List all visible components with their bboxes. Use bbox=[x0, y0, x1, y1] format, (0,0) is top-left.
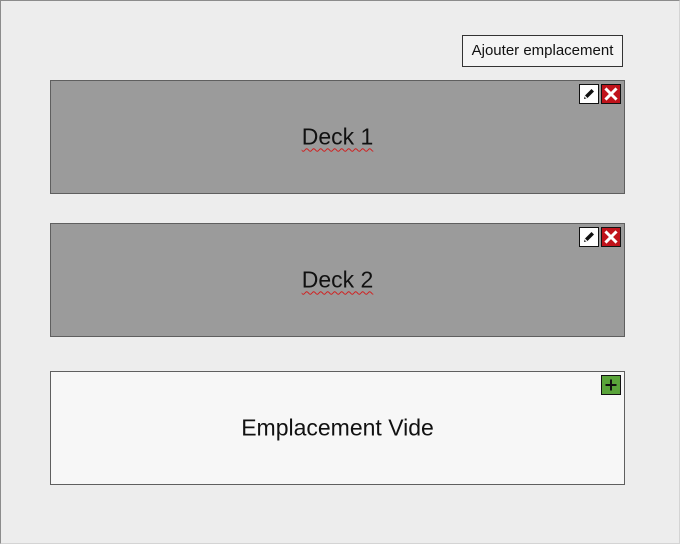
slot-label: Deck 2 bbox=[51, 267, 624, 294]
slot-label-text: Deck 1 bbox=[301, 123, 374, 150]
slot-label-text: Emplacement Vide bbox=[241, 414, 434, 441]
slot-label: Deck 1 bbox=[51, 124, 624, 151]
pencil-icon bbox=[584, 89, 594, 99]
slot-label-text: Deck 2 bbox=[301, 266, 374, 293]
plus-icon bbox=[605, 379, 617, 391]
delete-deck-button[interactable] bbox=[601, 84, 621, 104]
edit-deck-button[interactable] bbox=[579, 227, 599, 247]
empty-slot[interactable]: Emplacement Vide bbox=[50, 371, 625, 485]
deck-slot-2[interactable]: Deck 2 bbox=[50, 223, 625, 337]
pencil-icon bbox=[584, 232, 594, 242]
slot-label: Emplacement Vide bbox=[51, 415, 624, 442]
close-icon bbox=[604, 230, 618, 244]
close-icon bbox=[604, 87, 618, 101]
add-slot-button[interactable]: Ajouter emplacement bbox=[462, 35, 623, 67]
edit-deck-button[interactable] bbox=[579, 84, 599, 104]
deck-slot-1[interactable]: Deck 1 bbox=[50, 80, 625, 194]
add-deck-button[interactable] bbox=[601, 375, 621, 395]
delete-deck-button[interactable] bbox=[601, 227, 621, 247]
app-window: Ajouter emplacement Deck 1 Deck 2 Emplac… bbox=[0, 0, 680, 544]
